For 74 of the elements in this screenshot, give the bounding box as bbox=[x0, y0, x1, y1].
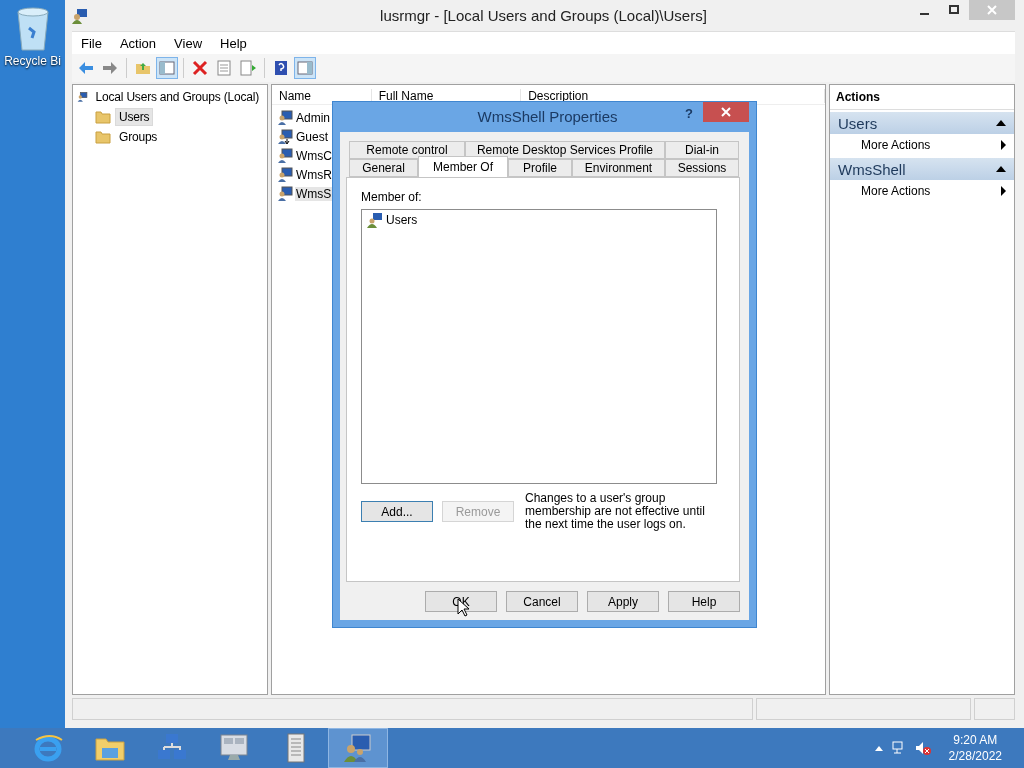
tree-pane-icon bbox=[159, 60, 175, 76]
status-bar-panel bbox=[974, 698, 1015, 720]
maximize-icon bbox=[949, 5, 959, 15]
back-arrow-icon bbox=[78, 60, 94, 76]
user-monitor-icon bbox=[277, 185, 293, 202]
dialog-title: WmsShell Properties bbox=[476, 108, 619, 125]
minimize-icon bbox=[919, 13, 929, 15]
help-button[interactable]: ? bbox=[675, 104, 703, 122]
tab[interactable]: General bbox=[349, 159, 418, 177]
actions-header: Actions bbox=[830, 85, 1014, 110]
users-monitor-icon bbox=[72, 7, 88, 24]
export-list-icon bbox=[240, 60, 256, 76]
close-button[interactable] bbox=[703, 102, 749, 122]
tab[interactable]: Remote control bbox=[349, 141, 465, 159]
dialog-button[interactable]: Apply bbox=[587, 591, 659, 612]
close-icon bbox=[987, 5, 997, 15]
properties-icon bbox=[216, 60, 232, 76]
forward-arrow-icon bbox=[102, 60, 118, 76]
clock-date[interactable]: 2/28/2022 bbox=[948, 748, 1002, 764]
browser-icon bbox=[32, 732, 64, 764]
field-label: Member of: bbox=[361, 190, 423, 204]
speaker-muted-icon bbox=[914, 740, 931, 756]
tab[interactable]: Dial-in bbox=[665, 141, 739, 159]
folder-up-icon bbox=[135, 60, 151, 76]
collapse-caret-icon bbox=[996, 120, 1006, 126]
action-pane-icon bbox=[297, 60, 313, 76]
dialog-button[interactable]: Help bbox=[668, 591, 740, 612]
desktop-icon-label[interactable]: Recycle Bi bbox=[4, 54, 61, 68]
list-item[interactable]: Users bbox=[386, 213, 418, 227]
delete-icon bbox=[192, 60, 208, 76]
user-monitor-icon bbox=[277, 147, 293, 164]
user-monitor-icon bbox=[277, 109, 293, 126]
actions-section-header[interactable]: Users bbox=[830, 112, 1014, 134]
clock-time[interactable]: 9:20 AM bbox=[953, 732, 998, 748]
folder-icon bbox=[95, 129, 111, 145]
close-icon bbox=[721, 107, 731, 117]
action-link[interactable]: More Actions bbox=[861, 184, 1001, 198]
menu-item[interactable]: File bbox=[72, 35, 111, 51]
user-name[interactable]: WmsS bbox=[295, 186, 333, 201]
menu-item[interactable]: Action bbox=[110, 35, 166, 51]
tab[interactable]: Sessions bbox=[665, 159, 739, 177]
submenu-arrow-icon bbox=[1001, 140, 1006, 150]
tab[interactable]: Remote Desktop Services Profile bbox=[465, 141, 665, 159]
tree-item[interactable]: Users bbox=[115, 108, 154, 126]
user-name[interactable]: WmsC bbox=[295, 148, 333, 163]
menu-item[interactable]: Help bbox=[211, 35, 256, 51]
user-monitor-icon bbox=[77, 89, 88, 105]
user-name[interactable]: Admin bbox=[295, 110, 331, 125]
users-monitor-icon bbox=[342, 732, 374, 764]
group-icon bbox=[367, 212, 383, 228]
note-text: Changes to a user's group membership are not effective until the next time the user logs on. bbox=[525, 492, 706, 531]
section-title: Users bbox=[838, 114, 879, 132]
folder-icon bbox=[95, 109, 111, 125]
tab[interactable]: Profile bbox=[508, 159, 572, 177]
tab[interactable]: Environment bbox=[572, 159, 665, 177]
caret-up-icon bbox=[874, 745, 883, 751]
user-name[interactable]: WmsR bbox=[295, 167, 333, 182]
tree-item[interactable]: Local Users and Groups (Local) bbox=[91, 88, 263, 106]
collapse-caret-icon bbox=[996, 166, 1006, 172]
window-title: lusrmgr - [Local Users and Groups (Local)\Users] bbox=[379, 7, 708, 24]
dialog-button[interactable]: Cancel bbox=[506, 591, 578, 612]
submenu-arrow-icon bbox=[1001, 186, 1006, 196]
tree-item[interactable]: Groups bbox=[115, 128, 162, 146]
section-title: WmsShell bbox=[838, 160, 907, 178]
user-down-arrow-icon bbox=[277, 128, 293, 145]
actions-section-header[interactable]: WmsShell bbox=[830, 158, 1014, 180]
user-name[interactable]: Guest bbox=[295, 129, 329, 144]
tab[interactable]: Member Of bbox=[418, 156, 508, 177]
action-button[interactable]: Add... bbox=[361, 501, 433, 522]
action-link[interactable]: More Actions bbox=[861, 138, 1001, 152]
user-monitor-icon bbox=[277, 166, 293, 183]
taskbar-button[interactable] bbox=[328, 728, 388, 768]
help-icon bbox=[273, 60, 289, 76]
menu-item[interactable]: View bbox=[165, 35, 212, 51]
